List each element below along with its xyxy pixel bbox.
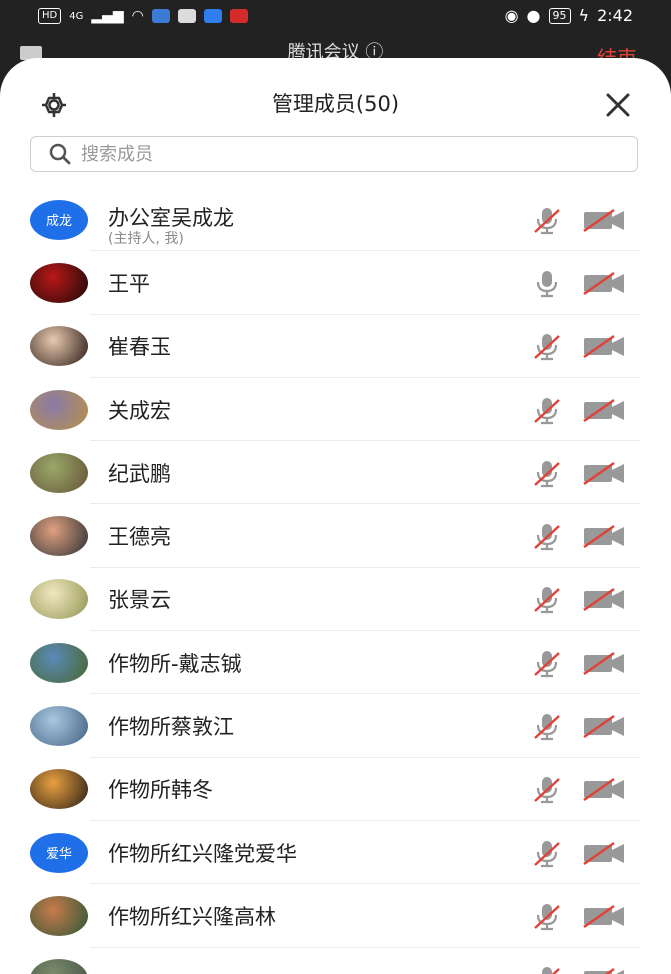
avatar <box>30 389 88 430</box>
avatar <box>30 452 88 493</box>
camera-off-icon[interactable] <box>582 395 628 425</box>
mic-muted-icon[interactable] <box>530 774 564 804</box>
member-name: 作物所红兴隆党爱华 <box>108 841 297 866</box>
avatar <box>30 895 88 936</box>
avatar <box>30 706 88 747</box>
member-role: (主持人, 我) <box>108 231 184 247</box>
close-button[interactable] <box>601 88 635 122</box>
app-notification-icon <box>151 9 170 23</box>
avatar <box>30 516 88 557</box>
mic-muted-icon[interactable] <box>530 711 564 741</box>
avatar <box>30 769 88 810</box>
member-row[interactable] <box>0 948 671 974</box>
camera-off-icon[interactable] <box>582 268 628 298</box>
status-bar: HD 4G ▂▄▆ ◠ ◉ ● 95 ϟ 2:42 <box>0 0 671 34</box>
camera-off-icon[interactable] <box>582 584 628 614</box>
camera-off-icon[interactable] <box>582 901 628 931</box>
avatar: 爱华 <box>30 832 88 873</box>
mic-icon[interactable] <box>530 268 564 298</box>
mic-muted-icon[interactable] <box>530 395 564 425</box>
mic-muted-icon[interactable] <box>530 901 564 931</box>
member-row[interactable]: 作物所韩冬 <box>0 758 671 821</box>
member-name: 王平 <box>108 271 150 296</box>
network-label: 4G <box>69 10 84 22</box>
member-row[interactable]: 崔春玉 <box>0 315 671 378</box>
camera-off-icon[interactable] <box>582 521 628 551</box>
member-row[interactable]: 王德亮 <box>0 504 671 568</box>
search-icon <box>49 143 71 165</box>
mic-muted-icon[interactable] <box>530 331 564 361</box>
member-name: 关成宏 <box>108 398 171 423</box>
camera-off-icon[interactable] <box>582 331 628 361</box>
mic-muted-icon[interactable] <box>530 584 564 614</box>
member-name: 王德亮 <box>108 525 171 550</box>
camera-off-icon[interactable] <box>582 205 628 235</box>
avatar <box>30 642 88 683</box>
member-row[interactable]: 作物所红兴隆高林 <box>0 884 671 948</box>
member-name: 张景云 <box>108 588 171 613</box>
red-app-icon <box>229 9 248 23</box>
status-left: HD 4G ▂▄▆ ◠ <box>38 8 248 24</box>
mic-muted-icon[interactable] <box>530 648 564 678</box>
member-row[interactable]: 作物所蔡敦江 <box>0 694 671 758</box>
camera-off-icon[interactable] <box>582 774 628 804</box>
avatar <box>30 326 88 367</box>
avatar: 成龙 <box>30 199 88 240</box>
hd-badge: HD <box>38 8 62 24</box>
camera-off-icon[interactable] <box>582 458 628 488</box>
mic-muted-icon[interactable] <box>530 205 564 235</box>
mic-muted-icon[interactable] <box>530 521 564 551</box>
camera-off-icon[interactable] <box>582 711 628 741</box>
status-right: ◉ ● 95 ϟ 2:42 <box>505 6 633 25</box>
charging-icon: ϟ <box>578 6 590 25</box>
member-row[interactable]: 关成宏 <box>0 378 671 442</box>
member-list: 成龙 办公室吴成龙 (主持人, 我) 王平 崔春玉 关成宏 纪武鹏 王德亮 张景云 作物所-戴志铖… <box>0 188 671 974</box>
member-name: 崔春玉 <box>108 335 171 360</box>
avatar <box>30 262 88 303</box>
wifi-icon: ◠ <box>131 8 144 24</box>
eye-icon: ◉ <box>504 6 519 25</box>
member-row[interactable]: 成龙 办公室吴成龙 (主持人, 我) <box>0 188 671 252</box>
battery-icon: 95 <box>548 7 571 24</box>
camera-off-icon[interactable] <box>582 964 628 974</box>
sheet-header: 管理成员(50) <box>0 58 671 148</box>
camera-off-icon[interactable] <box>582 838 628 868</box>
clock: 2:42 <box>597 6 633 25</box>
member-name: 作物所韩冬 <box>108 778 213 803</box>
shield-icon <box>203 9 222 23</box>
camera-off-icon[interactable] <box>582 648 628 678</box>
wechat-icon <box>177 9 196 23</box>
avatar <box>30 579 88 620</box>
mic-status-icon: ● <box>526 6 541 25</box>
member-name: 作物所红兴隆高林 <box>108 904 276 929</box>
search-input[interactable] <box>79 142 583 166</box>
avatar <box>30 959 88 974</box>
mic-muted-icon[interactable] <box>530 458 564 488</box>
member-row[interactable]: 王平 <box>0 251 671 315</box>
member-name: 作物所蔡敦江 <box>108 715 234 740</box>
member-row[interactable]: 作物所-戴志铖 <box>0 631 671 695</box>
member-row[interactable]: 张景云 <box>0 568 671 632</box>
signal-icon: ▂▄▆ <box>91 8 124 24</box>
manage-members-sheet: 管理成员(50) 成龙办公室吴成龙(主持人, 我)王平崔春玉关成宏纪武鹏王德亮张… <box>0 58 671 974</box>
close-icon <box>606 93 630 117</box>
member-row[interactable]: 爱华 作物所红兴隆党爱华 <box>0 821 671 885</box>
search-box[interactable] <box>30 136 638 172</box>
member-name: 纪武鹏 <box>108 461 171 486</box>
sheet-title: 管理成员(50) <box>271 92 400 116</box>
member-row[interactable]: 纪武鹏 <box>0 441 671 505</box>
mic-muted-icon[interactable] <box>530 964 564 974</box>
mic-muted-icon[interactable] <box>530 838 564 868</box>
member-name: 作物所-戴志铖 <box>108 651 242 676</box>
